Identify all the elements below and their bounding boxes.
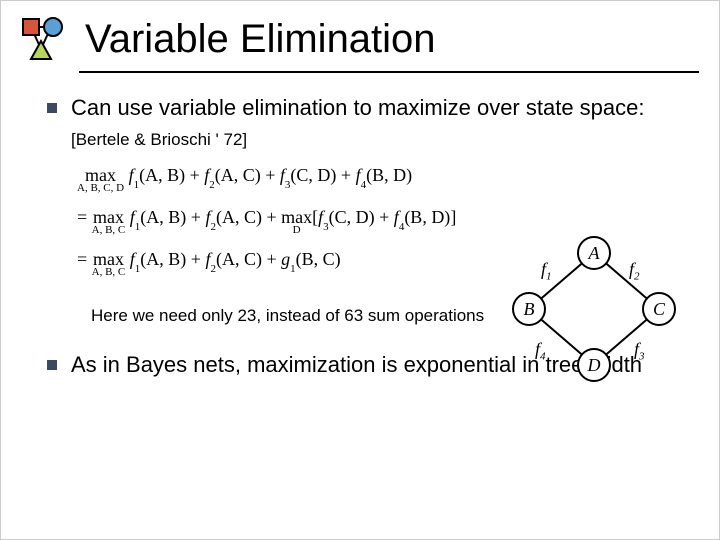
node-b: B (512, 292, 546, 326)
node-c: C (642, 292, 676, 326)
bullet-1-text: Can use variable elimination to maximize… (71, 93, 689, 152)
max-vars-2a: A, B, C (92, 225, 126, 236)
node-d: D (577, 348, 611, 382)
logo-icon (11, 15, 75, 63)
edge-label-f4: f4 (535, 339, 546, 363)
max-vars-3: A, B, C (92, 267, 126, 278)
factor-graph: A B C D f1 f2 f3 f4 (499, 229, 689, 399)
bullet-marker (47, 360, 57, 370)
node-a: A (577, 236, 611, 270)
edge-label-f1: f1 (541, 259, 552, 283)
math-line-1: maxA, B, C, D f1(A, B) + f2(A, C) + f3(C… (77, 166, 689, 194)
bullet-1-citation: [Bertele & Brioschi ' 72] (71, 130, 247, 149)
edge-label-f2: f2 (629, 259, 640, 283)
slide-title: Variable Elimination (85, 17, 436, 62)
bullet-1: Can use variable elimination to maximize… (47, 93, 689, 152)
title-bar: Variable Elimination (1, 1, 719, 67)
max-vars-1: A, B, C, D (77, 183, 124, 194)
edge-label-f3: f3 (634, 339, 645, 363)
bullet-marker (47, 103, 57, 113)
bullet-1-main: Can use variable elimination to maximize… (71, 95, 645, 120)
title-underline (79, 71, 699, 73)
